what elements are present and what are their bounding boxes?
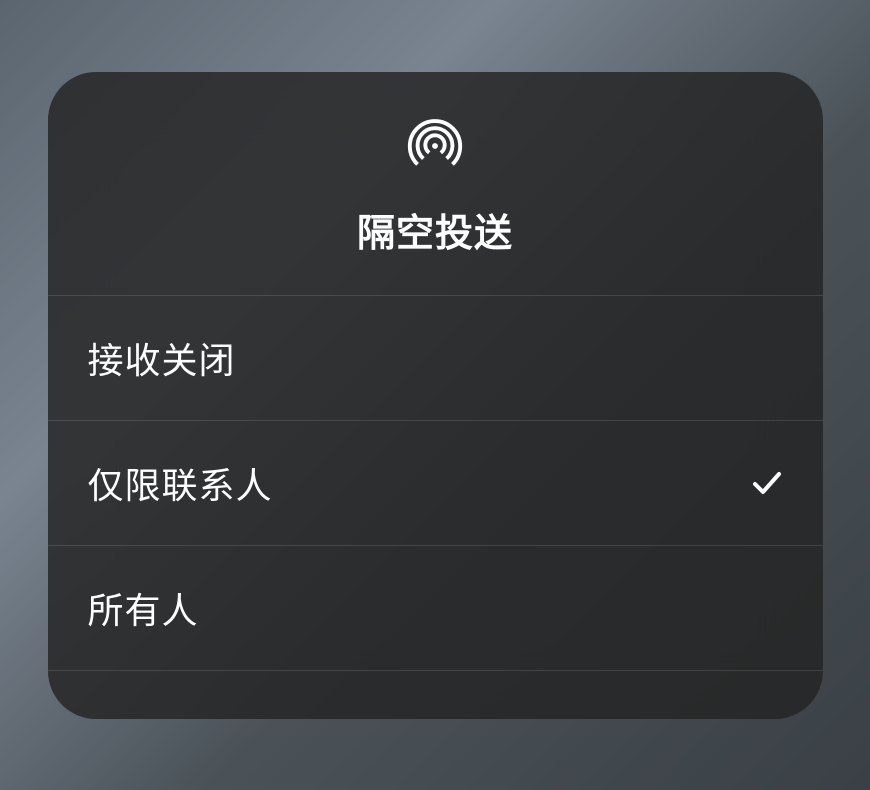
option-label: 仅限联系人 <box>88 457 273 509</box>
checkmark-icon <box>751 467 783 499</box>
airdrop-icon <box>404 114 466 176</box>
option-contacts-only[interactable]: 仅限联系人 <box>48 421 823 546</box>
option-everyone[interactable]: 所有人 <box>48 546 823 671</box>
airdrop-panel: 隔空投送 接收关闭 仅限联系人 所有人 <box>48 72 823 719</box>
panel-header: 隔空投送 <box>48 72 823 296</box>
panel-title: 隔空投送 <box>357 202 513 257</box>
bottom-spacer <box>48 671 823 719</box>
option-label: 接收关闭 <box>88 332 236 384</box>
option-label: 所有人 <box>88 582 199 634</box>
option-receiving-off[interactable]: 接收关闭 <box>48 296 823 421</box>
